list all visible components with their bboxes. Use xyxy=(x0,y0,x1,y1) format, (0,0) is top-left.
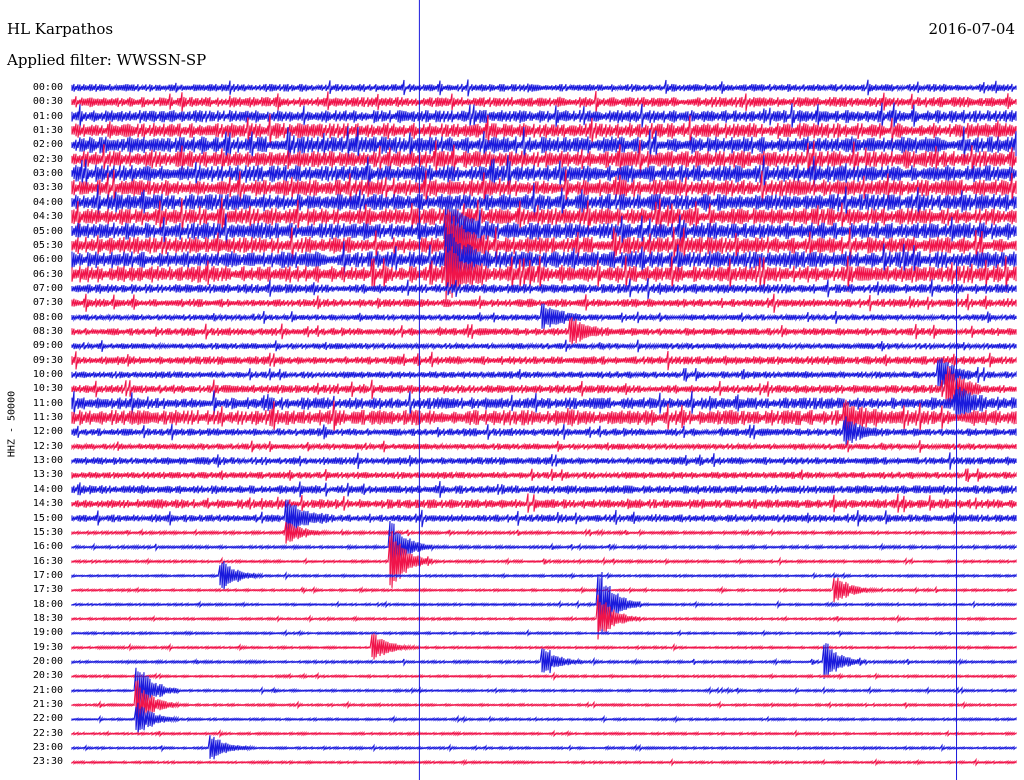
trace-row-2030 xyxy=(71,671,1017,682)
trace-row-1730 xyxy=(71,577,1017,603)
trace-row-0900 xyxy=(71,339,1017,353)
trace-row-0030 xyxy=(71,90,1017,114)
trace-row-2200 xyxy=(71,702,1017,736)
trace-row-1430 xyxy=(71,493,1017,513)
trace-row-0000 xyxy=(71,79,1017,97)
helicorder-plot xyxy=(71,0,1017,780)
trace-row-1330 xyxy=(71,468,1017,483)
trace-row-1700 xyxy=(71,560,1017,591)
trace-row-0800 xyxy=(71,303,1017,329)
trace-row-0930 xyxy=(71,350,1017,371)
trace-row-2330 xyxy=(71,757,1017,767)
trace-row-1800 xyxy=(71,571,1017,635)
trace-row-1530 xyxy=(71,521,1017,544)
trace-row-2230 xyxy=(71,729,1017,739)
trace-row-1630 xyxy=(71,531,1017,588)
trace-row-2300 xyxy=(71,735,1017,760)
trace-row-0100 xyxy=(71,102,1017,129)
trace-row-1900 xyxy=(71,628,1017,638)
trace-row-1230 xyxy=(71,439,1017,453)
trace-row-1400 xyxy=(71,481,1017,498)
trace-row-1300 xyxy=(71,452,1017,470)
